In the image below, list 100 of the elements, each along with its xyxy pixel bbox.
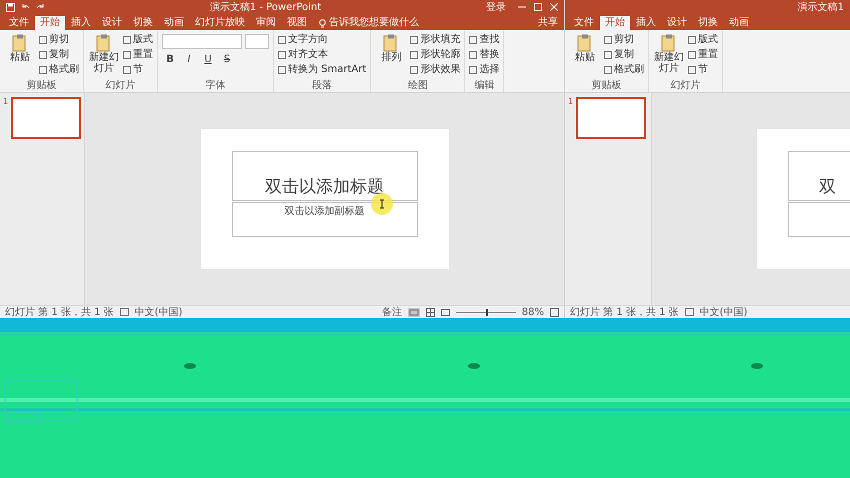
ribbon-tab[interactable]: 视图 bbox=[282, 16, 312, 30]
cursor-highlight bbox=[370, 193, 392, 215]
title-placeholder[interactable]: 双 bbox=[788, 151, 850, 201]
ribbon-button[interactable]: 格式刷 bbox=[604, 62, 644, 77]
slide-number: 1 bbox=[568, 97, 574, 108]
tell-me-field[interactable]: 告诉我您想要做什么 bbox=[319, 16, 419, 30]
square-icon bbox=[688, 50, 696, 58]
ribbon-tab[interactable]: 文件 bbox=[569, 16, 599, 30]
ribbon-button[interactable]: 复制 bbox=[39, 47, 79, 62]
grid-view-icon[interactable] bbox=[426, 308, 435, 316]
font-name-field[interactable] bbox=[162, 34, 242, 49]
ribbon-button[interactable]: 版式 bbox=[688, 32, 718, 47]
ribbon-button[interactable]: 形状轮廓 bbox=[410, 47, 460, 62]
ribbon-tab[interactable]: 审阅 bbox=[251, 16, 281, 30]
subtitle-placeholder[interactable]: 双击以添加副标题 bbox=[232, 202, 418, 237]
slide-thumbnail[interactable] bbox=[11, 97, 81, 139]
ribbon-tab[interactable]: 动画 bbox=[724, 16, 754, 30]
ribbon-button[interactable]: 查找 bbox=[469, 32, 500, 47]
ribbon-button[interactable]: 转换为 SmartArt bbox=[278, 62, 366, 77]
ribbon-large-button[interactable]: 粘贴 bbox=[4, 32, 36, 80]
square-icon bbox=[123, 36, 131, 44]
group-label: 编辑 bbox=[473, 80, 496, 92]
square-icon bbox=[469, 50, 478, 58]
save-icon[interactable] bbox=[6, 2, 15, 12]
normal-view-icon[interactable] bbox=[408, 308, 420, 316]
square-icon bbox=[469, 36, 478, 44]
format-button[interactable]: I bbox=[181, 53, 197, 67]
title-placeholder[interactable]: 双击以添加标题 bbox=[232, 151, 418, 201]
ribbon-tab[interactable]: 文件 bbox=[4, 16, 34, 30]
ribbon-button[interactable]: 文字方向 bbox=[278, 32, 366, 47]
ribbon-button[interactable]: 重置 bbox=[123, 47, 153, 62]
slide-number: 1 bbox=[3, 97, 9, 108]
ribbon-tab[interactable]: 开始 bbox=[600, 16, 630, 30]
square-icon bbox=[604, 50, 612, 58]
square-icon bbox=[39, 66, 47, 74]
ribbon-tab[interactable]: 插入 bbox=[631, 16, 661, 30]
zoom-level[interactable]: 88% bbox=[522, 306, 544, 318]
square-icon bbox=[410, 66, 418, 74]
ribbon-tab[interactable]: 切换 bbox=[128, 16, 158, 30]
font-size-field[interactable] bbox=[245, 34, 269, 49]
document-icon bbox=[577, 34, 593, 52]
sign-in-link[interactable]: 登录 bbox=[486, 0, 506, 14]
group-label: 段落 bbox=[311, 80, 334, 92]
ribbon-large-button[interactable]: 排列 bbox=[375, 32, 408, 80]
document-icon bbox=[96, 34, 112, 52]
share-button[interactable]: 共享 bbox=[538, 16, 558, 30]
square-icon bbox=[39, 50, 47, 58]
slide-count: 幻灯片 第 1 张，共 1 张 bbox=[5, 306, 114, 318]
language-label[interactable]: 中文(中国) bbox=[134, 305, 182, 318]
ribbon-button[interactable]: 格式刷 bbox=[39, 62, 79, 77]
square-icon bbox=[123, 50, 131, 58]
ribbon-tab[interactable]: 开始 bbox=[35, 16, 65, 30]
group-label: 绘图 bbox=[406, 80, 429, 92]
ribbon-tab[interactable]: 设计 bbox=[97, 16, 127, 30]
document-icon bbox=[661, 34, 677, 52]
ribbon-button[interactable]: 版式 bbox=[123, 32, 153, 47]
ribbon-button[interactable]: 复制 bbox=[604, 47, 644, 62]
square-icon bbox=[39, 36, 47, 44]
square-icon bbox=[604, 36, 612, 44]
slide-count: 幻灯片 第 1 张，共 1 张 bbox=[570, 306, 679, 318]
ribbon-button[interactable]: 替换 bbox=[469, 47, 500, 62]
square-icon bbox=[278, 50, 286, 58]
ribbon-button[interactable]: 剪切 bbox=[604, 32, 644, 47]
square-icon bbox=[688, 36, 696, 44]
square-icon bbox=[688, 66, 696, 74]
square-icon bbox=[469, 66, 478, 74]
document-icon bbox=[12, 34, 28, 52]
ribbon-button[interactable]: 重置 bbox=[688, 47, 718, 62]
ribbon-tab[interactable]: 设计 bbox=[662, 16, 692, 30]
window-title: 演示文稿1 - PowerPoint bbox=[208, 0, 322, 14]
notes-button[interactable]: 备注 bbox=[382, 305, 402, 318]
square-icon bbox=[410, 50, 418, 58]
slide-thumbnail[interactable] bbox=[576, 97, 646, 139]
ribbon-button[interactable]: 选择 bbox=[469, 62, 500, 77]
ribbon-button[interactable]: 形状效果 bbox=[410, 62, 460, 77]
square-icon bbox=[278, 66, 286, 74]
ribbon-button[interactable]: 节 bbox=[123, 62, 153, 77]
ribbon-tab[interactable]: 幻灯片放映 bbox=[190, 16, 250, 30]
fit-slide-icon[interactable] bbox=[550, 308, 559, 316]
close-icon[interactable] bbox=[550, 3, 558, 11]
ribbon-tab[interactable]: 插入 bbox=[66, 16, 96, 30]
ribbon-large-button[interactable]: 新建幻灯片 bbox=[653, 32, 685, 80]
reading-view-icon[interactable] bbox=[440, 308, 450, 316]
ribbon-button[interactable]: 剪切 bbox=[39, 32, 79, 47]
ribbon-tab[interactable]: 动画 bbox=[159, 16, 189, 30]
language-label[interactable]: 中文(中国) bbox=[700, 305, 748, 318]
ribbon-button[interactable]: 节 bbox=[688, 62, 718, 77]
ribbon-tab[interactable]: 切换 bbox=[693, 16, 723, 30]
format-button[interactable]: S bbox=[219, 53, 235, 67]
maximize-icon[interactable] bbox=[534, 3, 542, 11]
ribbon-large-button[interactable]: 粘贴 bbox=[569, 32, 601, 80]
group-label: 剪贴板 bbox=[590, 80, 622, 92]
window-title: 演示文稿1 bbox=[796, 0, 844, 14]
format-button[interactable]: U bbox=[200, 53, 216, 67]
ribbon-large-button[interactable]: 新建幻灯片 bbox=[88, 32, 120, 80]
group-label: 剪贴板 bbox=[26, 80, 58, 92]
lightbulb-icon bbox=[319, 18, 326, 28]
ribbon-button[interactable]: 对齐文本 bbox=[278, 47, 366, 62]
ribbon-button[interactable]: 形状填充 bbox=[410, 32, 460, 47]
format-button[interactable]: B bbox=[162, 53, 178, 67]
